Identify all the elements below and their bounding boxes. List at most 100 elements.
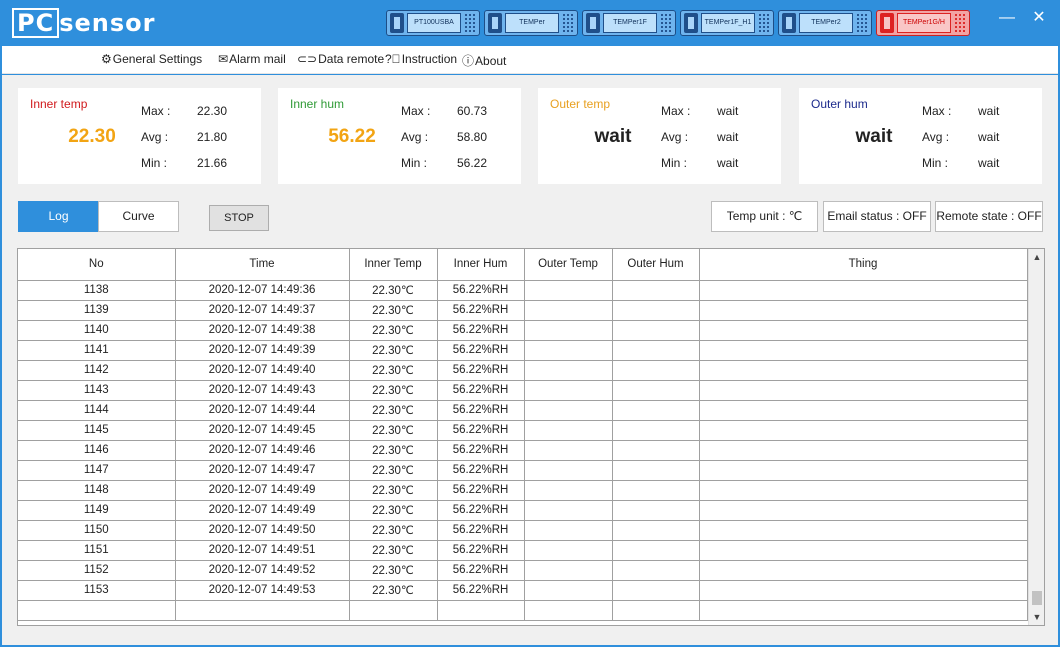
cell-inner-temp (348, 599, 438, 621)
device-temper[interactable]: TEMPer (484, 10, 578, 36)
column-header-inner-temp[interactable]: Inner Temp (348, 249, 438, 281)
cell-thing (698, 299, 1028, 321)
device-label: TEMPer1F (603, 13, 657, 33)
menu-label: General Settings (112, 52, 203, 66)
device-temper2[interactable]: TEMPer2 (778, 10, 872, 36)
table-row[interactable]: 1142 2020-12-07 14:49:40 22.30℃ 56.22%RH (18, 359, 1028, 381)
cell-outer-hum (611, 499, 700, 521)
cell-inner-hum: 56.22%RH (436, 559, 525, 581)
tab-log[interactable]: Log (18, 201, 99, 232)
cell-inner-temp: 22.30℃ (348, 339, 438, 361)
minimize-button[interactable]: — (994, 8, 1020, 28)
cell-inner-temp: 22.30℃ (348, 499, 438, 521)
table-row[interactable]: 1139 2020-12-07 14:49:37 22.30℃ 56.22%RH (18, 299, 1028, 321)
device-label: TEMPer1F_H1 (701, 13, 755, 33)
menu-about[interactable]: ⓘ About (462, 52, 506, 69)
cell-inner-hum: 56.22%RH (436, 479, 525, 501)
cell-thing (698, 419, 1028, 441)
menu-label: Data remote (318, 52, 385, 66)
question-icon: ?⃝ (385, 52, 401, 66)
column-header-inner-hum[interactable]: Inner Hum (436, 249, 525, 281)
email-status-button[interactable]: Email status : OFF (823, 201, 931, 232)
grip-dots-icon (660, 13, 672, 33)
table-row[interactable]: 1145 2020-12-07 14:49:45 22.30℃ 56.22%RH (18, 419, 1028, 441)
menu-alarm-mail[interactable]: ✉ Alarm mail (218, 52, 286, 66)
cell-outer-temp (523, 479, 613, 501)
max-label: Max : (661, 104, 691, 118)
table-row[interactable]: 1140 2020-12-07 14:49:38 22.30℃ 56.22%RH (18, 319, 1028, 341)
table-row[interactable]: 1146 2020-12-07 14:49:46 22.30℃ 56.22%RH (18, 439, 1028, 461)
cell-no: 1148 (18, 479, 176, 501)
cell-outer-temp (523, 579, 613, 601)
table-row[interactable]: 1152 2020-12-07 14:49:52 22.30℃ 56.22%RH (18, 559, 1028, 581)
min-value: wait (978, 156, 1000, 170)
cell-outer-hum (611, 439, 700, 461)
table-row[interactable]: 1149 2020-12-07 14:49:49 22.30℃ 56.22%RH (18, 499, 1028, 521)
cell-inner-temp: 22.30℃ (348, 559, 438, 581)
card-outer-temp: Outer temp wait Max : wait Avg : wait Mi… (538, 88, 781, 184)
min-value: wait (717, 156, 739, 170)
cell-inner-hum: 56.22%RH (436, 539, 525, 561)
table-row[interactable]: 1150 2020-12-07 14:49:50 22.30℃ 56.22%RH (18, 519, 1028, 541)
device-pt100usba[interactable]: PT100USBA (386, 10, 480, 36)
cell-time: 2020-12-07 14:49:53 (174, 579, 350, 601)
device-temper1g-h[interactable]: TEMPer1G/H (876, 10, 970, 36)
cell-outer-hum (611, 359, 700, 381)
min-label: Min : (401, 156, 428, 170)
max-value: 60.73 (457, 104, 488, 118)
cell-thing (698, 319, 1028, 341)
device-temper1f-h1[interactable]: TEMPer1F_H1 (680, 10, 774, 36)
log-grid: No Time Inner Temp Inner Hum Outer Temp … (18, 249, 1028, 621)
scroll-up-arrow-icon[interactable]: ▲ (1029, 249, 1044, 265)
cell-outer-hum (611, 559, 700, 581)
table-row[interactable]: 1151 2020-12-07 14:49:51 22.30℃ 56.22%RH (18, 539, 1028, 561)
table-body: 1138 2020-12-07 14:49:36 22.30℃ 56.22%RH 113… (18, 279, 1028, 621)
cell-time: 2020-12-07 14:49:36 (174, 279, 350, 301)
card-value: wait (855, 126, 893, 147)
cell-inner-temp: 22.30℃ (348, 519, 438, 541)
cell-outer-hum (611, 339, 700, 361)
table-row[interactable]: 1141 2020-12-07 14:49:39 22.30℃ 56.22%RH (18, 339, 1028, 361)
cell-time: 2020-12-07 14:49:39 (174, 339, 350, 361)
table-row[interactable]: 1148 2020-12-07 14:49:49 22.30℃ 56.22%RH (18, 479, 1028, 501)
table-row[interactable] (18, 599, 1028, 621)
column-header-outer-hum[interactable]: Outer Hum (611, 249, 700, 281)
cell-inner-hum: 56.22%RH (436, 459, 525, 481)
remote-state-button[interactable]: Remote state : OFF (935, 201, 1043, 232)
menu-label: Instruction (401, 52, 458, 66)
scroll-down-arrow-icon[interactable]: ▼ (1029, 609, 1044, 625)
scroll-thumb[interactable] (1032, 591, 1042, 605)
column-header-time[interactable]: Time (174, 249, 350, 281)
menu-instruction[interactable]: ?⃝ Instruction (385, 52, 457, 66)
title-bar: PC sensor PT100USBA TEMPer TEMPer1F TEMPe… (0, 0, 1060, 46)
column-header-thing[interactable]: Thing (698, 249, 1028, 281)
table-row[interactable]: 1147 2020-12-07 14:49:47 22.30℃ 56.22%RH (18, 459, 1028, 481)
table-row[interactable]: 1144 2020-12-07 14:49:44 22.30℃ 56.22%RH (18, 399, 1028, 421)
grip-dots-icon (758, 13, 770, 33)
table-row[interactable]: 1153 2020-12-07 14:49:53 22.30℃ 56.22%RH (18, 579, 1028, 601)
tab-curve[interactable]: Curve (98, 201, 179, 232)
device-temper1f[interactable]: TEMPer1F (582, 10, 676, 36)
cell-outer-temp (523, 319, 613, 341)
column-header-no[interactable]: No (18, 249, 176, 281)
cell-inner-hum: 56.22%RH (436, 359, 525, 381)
table-row[interactable]: 1138 2020-12-07 14:49:36 22.30℃ 56.22%RH (18, 279, 1028, 301)
stop-button[interactable]: STOP (209, 205, 269, 231)
min-label: Min : (661, 156, 688, 170)
cell-time: 2020-12-07 14:49:49 (174, 499, 350, 521)
table-row[interactable]: 1143 2020-12-07 14:49:43 22.30℃ 56.22%RH (18, 379, 1028, 401)
menu-general-settings[interactable]: ⚙ General Settings (101, 52, 202, 66)
cell-outer-hum (611, 319, 700, 341)
close-button[interactable]: ✕ (1026, 8, 1052, 28)
cell-no: 1139 (18, 299, 176, 321)
menu-data-remote[interactable]: ⊂⊃ Data remote (297, 52, 384, 66)
cell-outer-hum (611, 599, 700, 621)
mail-icon: ✉ (218, 52, 229, 66)
temp-unit-button[interactable]: Temp unit : ℃ (711, 201, 818, 232)
device-label: TEMPer (505, 13, 559, 33)
grip-dots-icon (464, 13, 476, 33)
cell-outer-temp (523, 379, 613, 401)
avg-value: 58.80 (457, 130, 488, 144)
column-header-outer-temp[interactable]: Outer Temp (523, 249, 613, 281)
vertical-scrollbar[interactable]: ▲ ▼ (1028, 249, 1044, 625)
